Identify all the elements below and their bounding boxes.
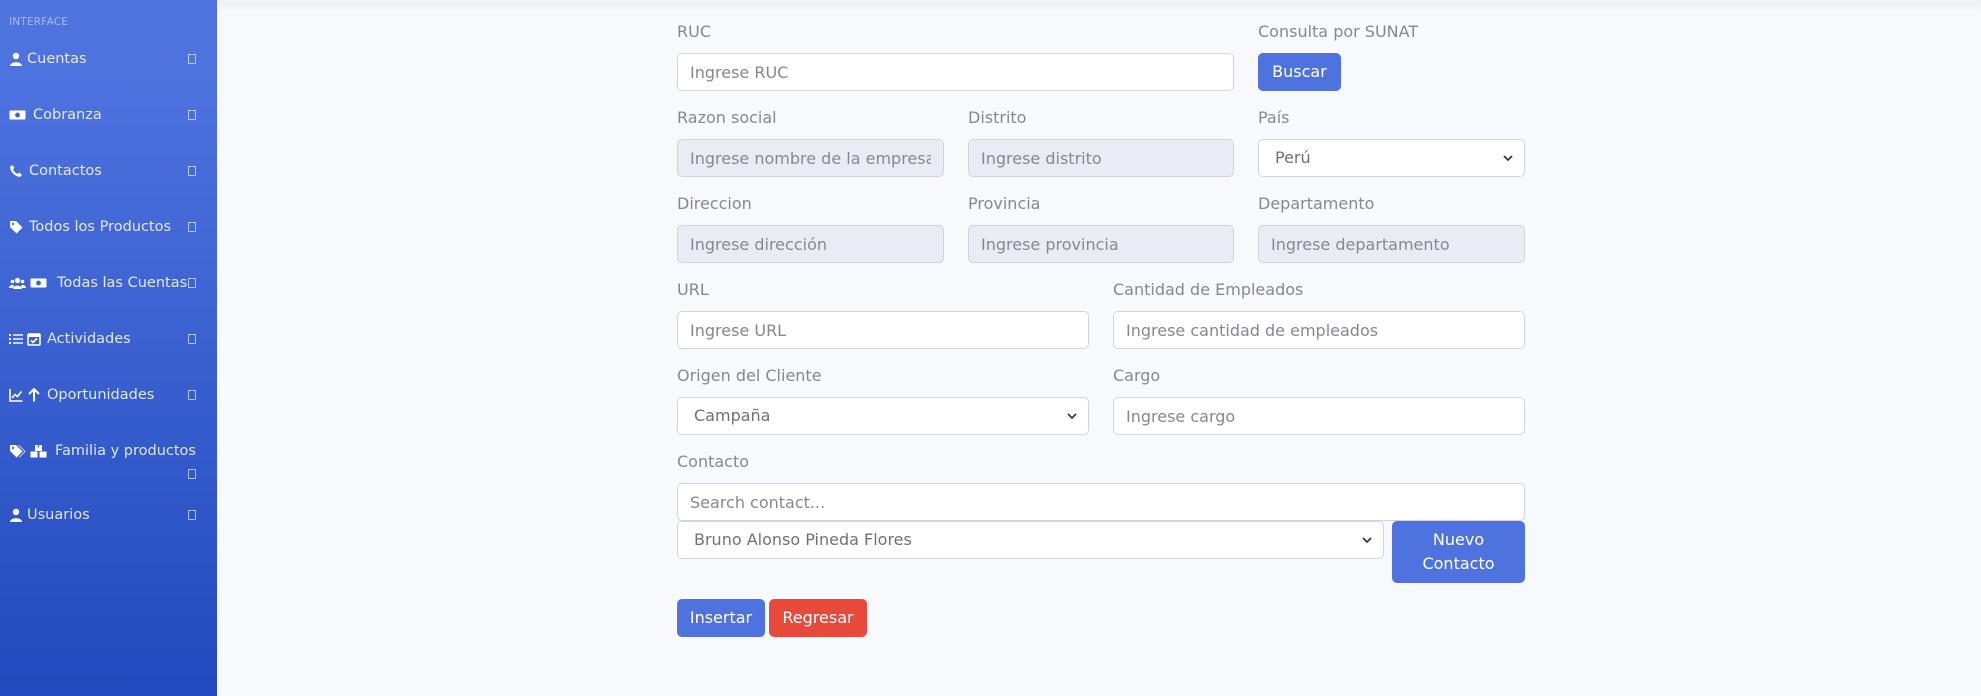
contacto-value: Bruno Alonso Pineda Flores bbox=[694, 530, 912, 549]
nuevo-contacto-line1: Nuevo bbox=[1432, 530, 1485, 549]
insertar-button[interactable]: Insertar bbox=[677, 599, 765, 637]
contact-search-input[interactable] bbox=[677, 483, 1525, 521]
chevron-right-icon bbox=[188, 54, 196, 64]
cargo-label: Cargo bbox=[1113, 366, 1161, 385]
sidebar-item-label: Usuarios bbox=[27, 507, 90, 523]
chevron-right-icon bbox=[188, 110, 196, 120]
sidebar-item-cuentas[interactable]: Cuentas bbox=[0, 39, 217, 79]
sidebar-item-label: Todos los Productos bbox=[29, 219, 172, 235]
tag-icon bbox=[9, 220, 23, 234]
arrow-up-icon bbox=[27, 388, 41, 402]
sidebar-item-todas-las-cuentas[interactable]: Todas las Cuentas bbox=[0, 263, 217, 303]
departamento-label: Departamento bbox=[1258, 194, 1375, 213]
sidebar-item-cobranza[interactable]: Cobranza bbox=[0, 95, 217, 135]
ruc-input[interactable] bbox=[677, 53, 1234, 91]
regresar-button[interactable]: Regresar bbox=[769, 599, 867, 637]
provincia-label: Provincia bbox=[968, 194, 1041, 213]
sidebar-heading: INTERFACE bbox=[9, 16, 69, 28]
origen-select[interactable]: Campaña bbox=[677, 397, 1089, 435]
sidebar-item-todos-los-productos[interactable]: Todos los Productos bbox=[0, 207, 217, 247]
provincia-input[interactable] bbox=[968, 225, 1234, 263]
chevron-right-icon bbox=[188, 222, 196, 232]
sidebar-item-label: Actividades bbox=[47, 331, 131, 347]
chevron-right-icon bbox=[188, 469, 196, 479]
chevron-down-icon bbox=[1067, 413, 1077, 420]
phone-icon bbox=[9, 164, 23, 178]
chevron-right-icon bbox=[188, 390, 196, 400]
pais-select[interactable]: Perú bbox=[1258, 139, 1525, 177]
sidebar-item-label: Oportunidades bbox=[47, 387, 155, 403]
sidebar-item-label: Cuentas bbox=[27, 51, 87, 67]
departamento-input[interactable] bbox=[1258, 225, 1525, 263]
razon-social-input[interactable] bbox=[677, 139, 944, 177]
sidebar-item-usuarios[interactable]: Usuarios bbox=[0, 495, 217, 535]
url-input[interactable] bbox=[677, 311, 1089, 349]
sidebar-item-label: Contactos bbox=[29, 163, 102, 179]
origen-value: Campaña bbox=[694, 406, 771, 425]
topbar bbox=[217, 0, 1981, 4]
ruc-label: RUC bbox=[677, 22, 711, 41]
contacto-select[interactable]: Bruno Alonso Pineda Flores bbox=[677, 521, 1384, 559]
origen-label: Origen del Cliente bbox=[677, 366, 822, 385]
chevron-right-icon bbox=[188, 166, 196, 176]
tags-icon bbox=[9, 444, 26, 458]
sidebar-item-actividades[interactable]: Actividades bbox=[0, 319, 217, 359]
calendar-check-icon bbox=[27, 332, 41, 346]
sidebar-item-oportunidades[interactable]: Oportunidades bbox=[0, 375, 217, 415]
chevron-right-icon bbox=[188, 334, 196, 344]
users-icon bbox=[9, 276, 26, 290]
chart-line-icon bbox=[9, 388, 23, 402]
user-icon bbox=[9, 52, 23, 66]
buscar-button[interactable]: Buscar bbox=[1258, 53, 1341, 91]
money-bill-icon bbox=[9, 108, 26, 122]
pais-value: Perú bbox=[1275, 148, 1311, 167]
empleados-input[interactable] bbox=[1113, 311, 1525, 349]
sidebar-item-label: Familia y productos bbox=[55, 443, 196, 459]
nuevo-contacto-button[interactable]: Nuevo Contacto bbox=[1392, 521, 1525, 583]
nuevo-contacto-line2: Contacto bbox=[1422, 554, 1495, 573]
list-icon bbox=[9, 332, 23, 346]
distrito-label: Distrito bbox=[968, 108, 1027, 127]
sidebar-item-contactos[interactable]: Contactos bbox=[0, 151, 217, 191]
direccion-input[interactable] bbox=[677, 225, 944, 263]
contacto-label: Contacto bbox=[677, 452, 750, 471]
boxes-icon bbox=[30, 444, 47, 458]
user-icon bbox=[9, 508, 23, 522]
pais-label: País bbox=[1258, 108, 1290, 127]
sidebar: INTERFACE Cuentas Cobranza Contactos Tod… bbox=[0, 0, 217, 696]
direccion-label: Direccion bbox=[677, 194, 752, 213]
chevron-right-icon bbox=[188, 510, 196, 520]
url-label: URL bbox=[677, 280, 709, 299]
empleados-label: Cantidad de Empleados bbox=[1113, 280, 1304, 299]
money-bill-icon bbox=[30, 276, 47, 290]
sunat-label: Consulta por SUNAT bbox=[1258, 22, 1419, 41]
razon-social-label: Razon social bbox=[677, 108, 777, 127]
sidebar-item-label: Cobranza bbox=[33, 107, 102, 123]
sidebar-item-familia-y-productos[interactable]: Familia y productos bbox=[0, 429, 217, 489]
chevron-right-icon bbox=[188, 278, 196, 288]
sidebar-item-label: Todas las Cuentas bbox=[57, 275, 188, 291]
distrito-input[interactable] bbox=[968, 139, 1234, 177]
chevron-down-icon bbox=[1503, 155, 1513, 162]
cargo-input[interactable] bbox=[1113, 397, 1525, 435]
chevron-down-icon bbox=[1362, 537, 1372, 544]
